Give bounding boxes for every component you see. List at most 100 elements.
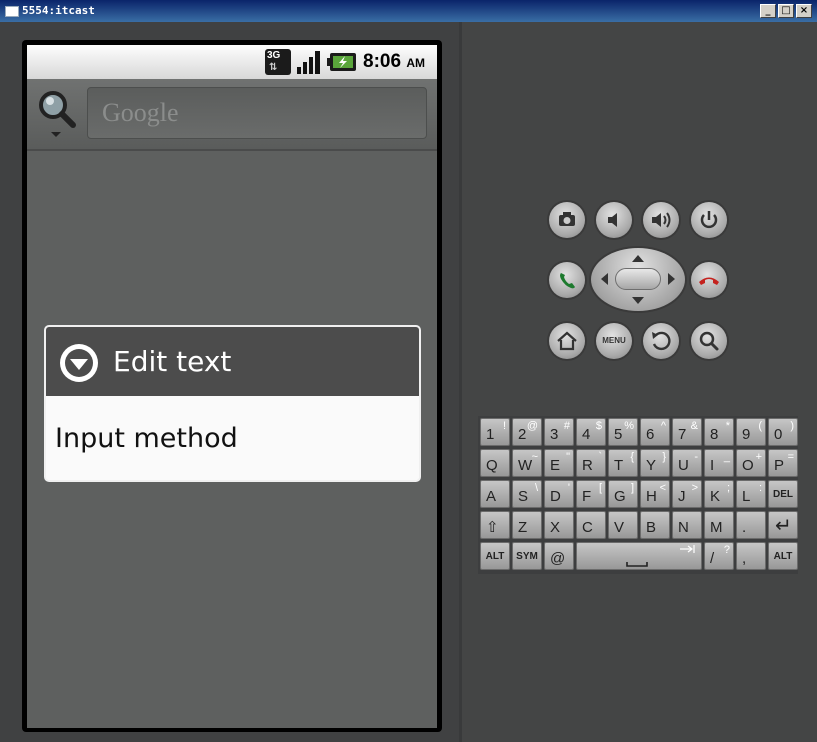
key-x[interactable]: X bbox=[544, 511, 574, 539]
search-input[interactable]: Google bbox=[87, 87, 427, 139]
key-v[interactable]: V bbox=[608, 511, 638, 539]
key-w[interactable]: W ~ bbox=[512, 449, 542, 477]
key-y[interactable]: Y} bbox=[640, 449, 670, 477]
key-z[interactable]: Z bbox=[512, 511, 542, 539]
menu-button[interactable]: MENU bbox=[596, 323, 632, 359]
volume-up-icon bbox=[652, 212, 671, 228]
key-o[interactable]: O + bbox=[736, 449, 766, 477]
device-screen[interactable]: 3G ⇅ 8:06 AM Google Edit text Input meth… bbox=[27, 45, 437, 728]
key-comma[interactable]: , bbox=[736, 542, 766, 570]
window-titlebar: 5554:itcast _ □ × bbox=[0, 0, 817, 22]
volume-down-icon bbox=[608, 213, 617, 227]
key-alt-label: ` bbox=[598, 451, 602, 463]
dpad-up-icon[interactable] bbox=[632, 255, 644, 262]
key-label: R bbox=[582, 457, 593, 474]
dpad-down-icon[interactable] bbox=[632, 297, 644, 304]
key-at[interactable]: @ bbox=[544, 542, 574, 570]
power-button[interactable] bbox=[691, 202, 727, 238]
key-e[interactable]: E " bbox=[544, 449, 574, 477]
key-g[interactable]: G] bbox=[608, 480, 638, 508]
key-p[interactable]: P = bbox=[768, 449, 798, 477]
menu-label: MENU bbox=[602, 336, 626, 345]
key-s[interactable]: S \ bbox=[512, 480, 542, 508]
key-del[interactable]: DEL bbox=[768, 480, 798, 508]
key-f[interactable]: F[ bbox=[576, 480, 606, 508]
key-u[interactable]: U- bbox=[672, 449, 702, 477]
search-hw-button[interactable] bbox=[691, 323, 727, 359]
key-label: , bbox=[742, 550, 747, 567]
key-label: S bbox=[518, 488, 529, 505]
volume-up-button[interactable] bbox=[643, 202, 679, 238]
key-t[interactable]: T{ bbox=[608, 449, 638, 477]
key-2[interactable]: 2 @ bbox=[512, 418, 542, 446]
close-button[interactable]: × bbox=[796, 4, 812, 18]
key-6[interactable]: 6 ^ bbox=[640, 418, 670, 446]
key-alt-label: < bbox=[659, 482, 666, 494]
key-7[interactable]: 7 & bbox=[672, 418, 702, 446]
key-l[interactable]: L: bbox=[736, 480, 766, 508]
key-label: V bbox=[614, 519, 625, 536]
key-c[interactable]: C bbox=[576, 511, 606, 539]
key-alt-right[interactable]: ALT bbox=[768, 542, 798, 570]
key-label: G bbox=[614, 488, 626, 505]
search-icon[interactable] bbox=[35, 88, 79, 138]
key-alt-label: { bbox=[630, 451, 634, 463]
key-3[interactable]: 3 # bbox=[544, 418, 574, 446]
key-alt-label: & bbox=[690, 420, 698, 432]
key-5[interactable]: 5% bbox=[608, 418, 638, 446]
key-sym[interactable]: SYM bbox=[512, 542, 542, 570]
key-k[interactable]: K; bbox=[704, 480, 734, 508]
list-item-input-method[interactable]: Input method bbox=[55, 423, 238, 454]
key-period[interactable]: . bbox=[736, 511, 766, 539]
key-b[interactable]: B bbox=[640, 511, 670, 539]
key-label: ALT bbox=[485, 551, 505, 562]
key-label: T bbox=[614, 457, 624, 474]
dpad-center-button[interactable] bbox=[615, 268, 661, 290]
network-3g-icon: 3G ⇅ bbox=[265, 49, 291, 75]
key-8[interactable]: 8 * bbox=[704, 418, 734, 446]
key-alt-left[interactable]: ALT bbox=[480, 542, 510, 570]
key-alt-label: } bbox=[662, 451, 666, 463]
key-0[interactable]: 0) bbox=[768, 418, 798, 446]
key-j[interactable]: J > bbox=[672, 480, 702, 508]
maximize-button[interactable]: □ bbox=[778, 4, 794, 18]
key-h[interactable]: H < bbox=[640, 480, 670, 508]
key-a[interactable]: A bbox=[480, 480, 510, 508]
key-4[interactable]: 4 $ bbox=[576, 418, 606, 446]
key-m[interactable]: M bbox=[704, 511, 734, 539]
dropdown-circle-icon bbox=[60, 344, 98, 382]
key-d[interactable]: D ' bbox=[544, 480, 574, 508]
minimize-button[interactable]: _ bbox=[760, 4, 776, 18]
key-alt-label: @ bbox=[526, 420, 538, 432]
key-i[interactable]: I _ bbox=[704, 449, 734, 477]
key-alt-label: > bbox=[691, 482, 698, 494]
status-bar: 3G ⇅ 8:06 AM bbox=[27, 45, 437, 79]
power-icon bbox=[700, 211, 718, 229]
key-r[interactable]: R ` bbox=[576, 449, 606, 477]
key-label: 9 bbox=[742, 426, 751, 443]
dpad[interactable] bbox=[591, 248, 685, 311]
back-button[interactable] bbox=[643, 323, 679, 359]
camera-button[interactable] bbox=[549, 202, 585, 238]
key-space[interactable] bbox=[576, 542, 702, 570]
search-placeholder: Google bbox=[102, 98, 179, 127]
key-q[interactable]: Q bbox=[480, 449, 510, 477]
dpad-left-icon[interactable] bbox=[601, 273, 608, 285]
end-call-button[interactable] bbox=[691, 262, 727, 298]
key-n[interactable]: N bbox=[672, 511, 702, 539]
dpad-right-icon[interactable] bbox=[668, 273, 675, 285]
key-slash[interactable]: /? bbox=[704, 542, 734, 570]
volume-down-button[interactable] bbox=[596, 202, 632, 238]
call-button[interactable] bbox=[549, 262, 585, 298]
network-label: 3G bbox=[267, 50, 281, 61]
key-shift[interactable]: ⇧ bbox=[480, 511, 510, 539]
key-1[interactable]: 1! bbox=[480, 418, 510, 446]
search-widget: Google bbox=[27, 79, 437, 151]
camera-icon bbox=[559, 212, 575, 226]
key-label: U bbox=[678, 457, 689, 474]
home-button[interactable] bbox=[549, 323, 585, 359]
key-enter[interactable]: ↵ bbox=[768, 511, 798, 539]
key-9[interactable]: 9( bbox=[736, 418, 766, 446]
key-alt-label: ' bbox=[567, 482, 570, 494]
clock-ampm: AM bbox=[406, 56, 425, 70]
